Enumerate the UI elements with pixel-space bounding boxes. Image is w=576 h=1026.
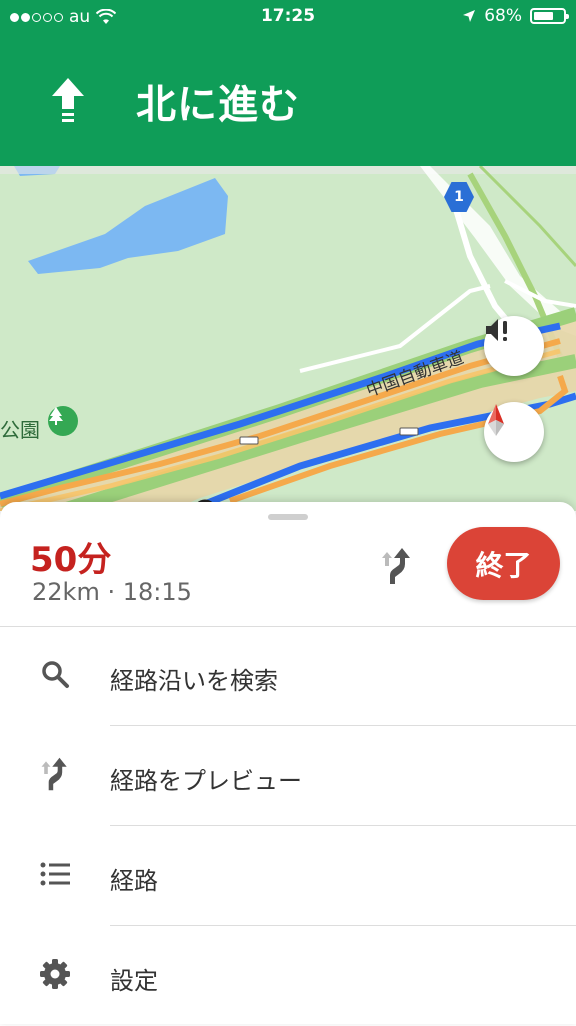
menu-label: 経路沿いを検索: [110, 667, 278, 695]
menu-label: 経路をプレビュー: [110, 767, 302, 795]
search-icon: [38, 657, 72, 691]
gear-icon: [38, 957, 72, 991]
menu-item-settings[interactable]: 設定: [0, 927, 576, 1026]
battery-icon: [530, 8, 569, 24]
navigation-header: 北に進む: [0, 34, 576, 166]
menu-divider: [110, 725, 576, 726]
menu-label: 設定: [110, 967, 158, 995]
park-label: 公園: [0, 418, 40, 442]
route-preview-icon: [38, 757, 72, 791]
end-navigation-button[interactable]: 終了: [447, 527, 560, 600]
menu-label: 経路: [110, 867, 158, 895]
menu-divider: [110, 925, 576, 926]
battery-percent: 68%: [484, 6, 522, 26]
menu-item-route-list[interactable]: 経路: [0, 827, 576, 926]
compass-icon: [488, 404, 504, 436]
route-shield-number: 1: [454, 189, 464, 205]
compass-button[interactable]: [484, 402, 544, 462]
eta-detail: 22km · 18:15: [32, 578, 192, 606]
menu-item-search-along-route[interactable]: 経路沿いを検索: [0, 627, 576, 726]
navigation-instruction: 北に進む: [136, 82, 300, 128]
menu-divider: [110, 825, 576, 826]
status-bar: au 17:25 68%: [0, 0, 576, 34]
route-options-icon[interactable]: [380, 546, 414, 586]
sound-alert-icon: [486, 319, 507, 341]
list-icon: [38, 857, 72, 891]
eta-time: 50分: [30, 540, 112, 580]
arrow-up-icon: [52, 78, 84, 122]
location-arrow-icon: [463, 10, 476, 22]
map-view[interactable]: 1 中国自動車道 公園: [0, 166, 576, 511]
menu-item-route-preview[interactable]: 経路をプレビュー: [0, 727, 576, 826]
status-right: 68%: [462, 6, 569, 26]
sound-alert-button[interactable]: [484, 316, 544, 376]
trip-bottom-sheet: 50分 22km · 18:15 終了 経路沿いを検索 経路をプレビュー 経路 …: [0, 502, 576, 1024]
drag-handle[interactable]: [268, 514, 308, 520]
park-icon: [48, 406, 78, 436]
